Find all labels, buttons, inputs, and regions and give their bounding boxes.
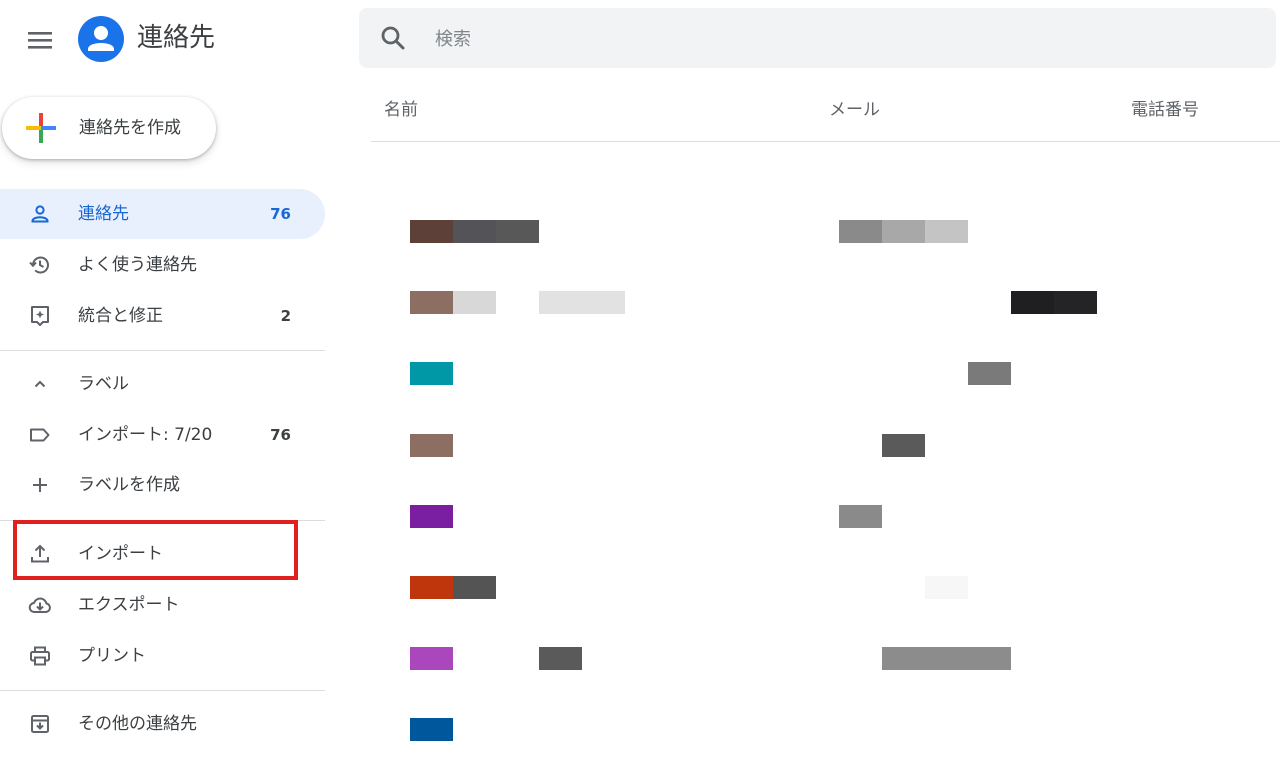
- sidebar-divider: [0, 350, 325, 351]
- merge-fix-count: 2: [280, 307, 291, 325]
- sidebar-item-label-import[interactable]: インポート: 7/20 76: [0, 410, 325, 460]
- redacted-email-block: [839, 505, 882, 528]
- redacted-email-block: [968, 647, 1011, 670]
- plus-icon: [24, 111, 58, 145]
- sidebar-item-label: プリント: [78, 646, 146, 666]
- upload-icon: [28, 542, 52, 566]
- redacted-name-block: [582, 291, 625, 314]
- history-icon: [28, 253, 52, 277]
- app-title: 連絡先: [137, 23, 216, 53]
- label-icon: [28, 423, 52, 447]
- redacted-email-block: [839, 220, 882, 243]
- contacts-logo-icon: [78, 16, 124, 62]
- person-icon: [28, 202, 52, 226]
- sidebar-item-label: よく使う連絡先: [78, 255, 197, 275]
- sidebar-item-frequent[interactable]: よく使う連絡先: [0, 240, 325, 290]
- redacted-name-block: [410, 576, 453, 599]
- redacted-email-block: [882, 434, 925, 457]
- print-icon: [28, 644, 52, 668]
- sidebar-item-import[interactable]: インポート: [0, 529, 325, 579]
- redacted-name-block: [410, 718, 453, 741]
- redacted-name-block: [410, 362, 453, 385]
- sidebar-item-label: インポート: 7/20: [78, 425, 213, 445]
- redacted-email-block: [1054, 291, 1097, 314]
- header-divider: [371, 141, 1280, 142]
- table-row[interactable]: [371, 694, 1280, 765]
- redacted-name-block: [453, 576, 496, 599]
- redacted-email-block: [1011, 291, 1054, 314]
- redacted-name-block: [496, 220, 539, 243]
- redacted-name-block: [453, 220, 496, 243]
- sidebar-divider: [0, 520, 325, 521]
- sidebar-item-label: エクスポート: [78, 595, 180, 615]
- sidebar-item-label: 連絡先: [78, 204, 129, 224]
- create-contact-label: 連絡先を作成: [79, 118, 181, 138]
- sidebar-item-other-contacts[interactable]: その他の連絡先: [0, 699, 325, 749]
- table-row[interactable]: [371, 338, 1280, 409]
- cloud-download-icon: [28, 593, 52, 617]
- sidebar-item-label: インポート: [78, 544, 163, 564]
- redacted-email-block: [925, 220, 968, 243]
- column-header-email[interactable]: メール: [829, 97, 880, 123]
- table-row[interactable]: [371, 623, 1280, 694]
- column-header-phone[interactable]: 電話番号: [1131, 97, 1199, 123]
- redacted-name-block: [453, 291, 496, 314]
- redacted-email-block: [925, 647, 968, 670]
- sidebar-item-label: ラベルを作成: [78, 475, 180, 495]
- labels-section-toggle[interactable]: ラベル: [0, 359, 325, 409]
- redacted-email-block: [968, 362, 1011, 385]
- sidebar-divider: [0, 690, 325, 691]
- table-row[interactable]: [371, 410, 1280, 481]
- chevron-up-icon: [28, 372, 52, 396]
- redacted-email-block: [925, 576, 968, 599]
- merge-fix-icon: [28, 304, 52, 328]
- create-contact-button[interactable]: 連絡先を作成: [2, 97, 216, 159]
- column-header-name[interactable]: 名前: [384, 97, 418, 123]
- redacted-name-block: [410, 505, 453, 528]
- redacted-name-block: [410, 647, 453, 670]
- sidebar-item-contacts[interactable]: 連絡先 76: [0, 189, 325, 239]
- redacted-name-block: [410, 434, 453, 457]
- table-row[interactable]: [371, 267, 1280, 338]
- table-row[interactable]: [371, 481, 1280, 552]
- search-icon[interactable]: [379, 24, 407, 52]
- contacts-count: 76: [270, 205, 291, 223]
- plus-icon: [28, 473, 52, 497]
- table-row[interactable]: [371, 552, 1280, 623]
- redacted-name-block: [410, 291, 453, 314]
- redacted-name-block: [539, 291, 582, 314]
- redacted-email-block: [882, 647, 925, 670]
- labels-header: ラベル: [78, 374, 129, 394]
- redacted-name-block: [410, 220, 453, 243]
- sidebar-item-label: 統合と修正: [78, 306, 163, 326]
- sidebar-item-export[interactable]: エクスポート: [0, 580, 325, 630]
- sidebar-item-label: その他の連絡先: [78, 714, 197, 734]
- top-bar: 連絡先: [0, 0, 1280, 80]
- redacted-name-block: [539, 647, 582, 670]
- archive-icon: [28, 712, 52, 736]
- label-count: 76: [270, 426, 291, 444]
- sidebar-item-merge-fix[interactable]: 統合と修正 2: [0, 291, 325, 341]
- search-input[interactable]: [433, 8, 1257, 70]
- redacted-email-block: [882, 220, 925, 243]
- sidebar-item-print[interactable]: プリント: [0, 631, 325, 681]
- create-label-button[interactable]: ラベルを作成: [0, 460, 325, 510]
- search-bar[interactable]: [359, 8, 1276, 70]
- hamburger-menu-icon[interactable]: [22, 22, 58, 58]
